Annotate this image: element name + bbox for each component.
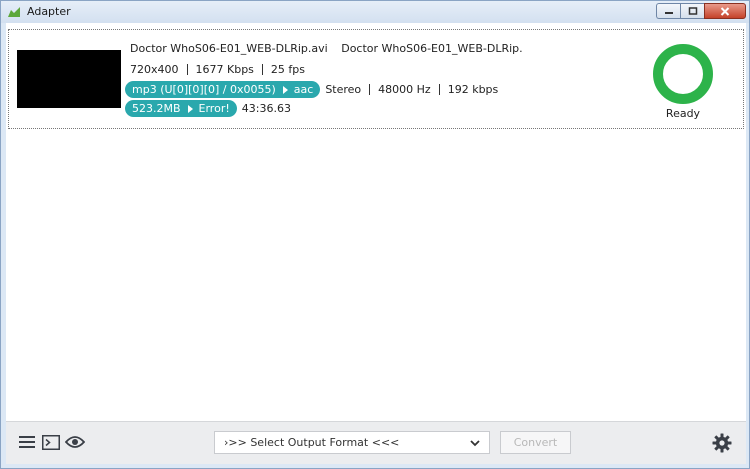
adapter-app-icon	[8, 7, 20, 17]
minimize-icon	[664, 12, 673, 14]
output-file-name[interactable]: Doctor WhoS06-E01_WEB-DLRip.	[341, 42, 522, 55]
output-format-label: ›>> Select Output Format <<<	[224, 436, 400, 449]
duration: 43:36.63	[241, 102, 291, 115]
bottom-toolbar: ›>> Select Output Format <<< Convert	[6, 421, 746, 464]
log-button[interactable]	[40, 431, 62, 453]
app-window: Adapter Doctor WhoS06-E01_WEB-DLRip.avi …	[0, 0, 750, 469]
video-bitrate: 1677 Kbps	[195, 63, 254, 76]
chevron-down-icon	[470, 440, 480, 447]
arrow-right-icon	[187, 104, 193, 113]
size-from: 523.2MB	[132, 102, 181, 115]
video-info-line: 720x400 1677 Kbps 25 fps	[130, 63, 305, 76]
settings-button[interactable]	[709, 430, 735, 456]
close-icon	[720, 6, 730, 16]
terminal-icon	[42, 434, 60, 450]
status-ring-icon	[653, 44, 713, 104]
preview-button[interactable]	[64, 431, 86, 453]
minimize-button[interactable]	[656, 3, 680, 19]
file-name-line: Doctor WhoS06-E01_WEB-DLRip.avi Doctor W…	[130, 42, 523, 55]
title-bar[interactable]: Adapter	[1, 1, 749, 23]
close-button[interactable]	[704, 3, 746, 19]
video-resolution: 720x400	[130, 63, 179, 76]
file-item[interactable]: Doctor WhoS06-E01_WEB-DLRip.avi Doctor W…	[8, 29, 744, 129]
audio-info-line: mp3 (U[0][0][0] / 0x0055) aac Stereo 480…	[125, 81, 498, 98]
menu-button[interactable]	[16, 431, 38, 453]
status-label: Ready	[665, 107, 701, 120]
eye-icon	[65, 436, 85, 448]
size-info-line: 523.2MB Error! 43:36.63	[125, 100, 291, 117]
audio-codec-pill[interactable]: mp3 (U[0][0][0] / 0x0055) aac	[125, 81, 321, 98]
convert-button[interactable]: Convert	[500, 431, 571, 454]
window-title: Adapter	[27, 5, 71, 18]
separator	[438, 84, 440, 95]
arrow-right-icon	[282, 85, 288, 94]
file-list-area[interactable]: Doctor WhoS06-E01_WEB-DLRip.avi Doctor W…	[6, 23, 746, 464]
audio-codec-from: mp3 (U[0][0][0] / 0x0055)	[132, 83, 276, 96]
maximize-icon	[688, 7, 697, 15]
window-controls	[656, 3, 746, 19]
gear-icon	[712, 433, 732, 453]
maximize-button[interactable]	[680, 3, 704, 19]
separator	[369, 84, 371, 95]
input-file-name: Doctor WhoS06-E01_WEB-DLRip.avi	[130, 42, 328, 55]
separator	[261, 64, 263, 75]
separator	[186, 64, 188, 75]
size-pill[interactable]: 523.2MB Error!	[125, 100, 237, 117]
audio-bitrate: 192 kbps	[447, 83, 499, 96]
audio-channels: Stereo	[325, 83, 362, 96]
output-format-select[interactable]: ›>> Select Output Format <<<	[214, 431, 490, 454]
size-to: Error!	[198, 102, 230, 115]
video-framerate: 25 fps	[270, 63, 306, 76]
hamburger-icon	[19, 436, 35, 448]
audio-codec-to: aac	[293, 83, 314, 96]
video-thumbnail	[17, 50, 121, 108]
audio-sample-rate: 48000 Hz	[378, 83, 431, 96]
